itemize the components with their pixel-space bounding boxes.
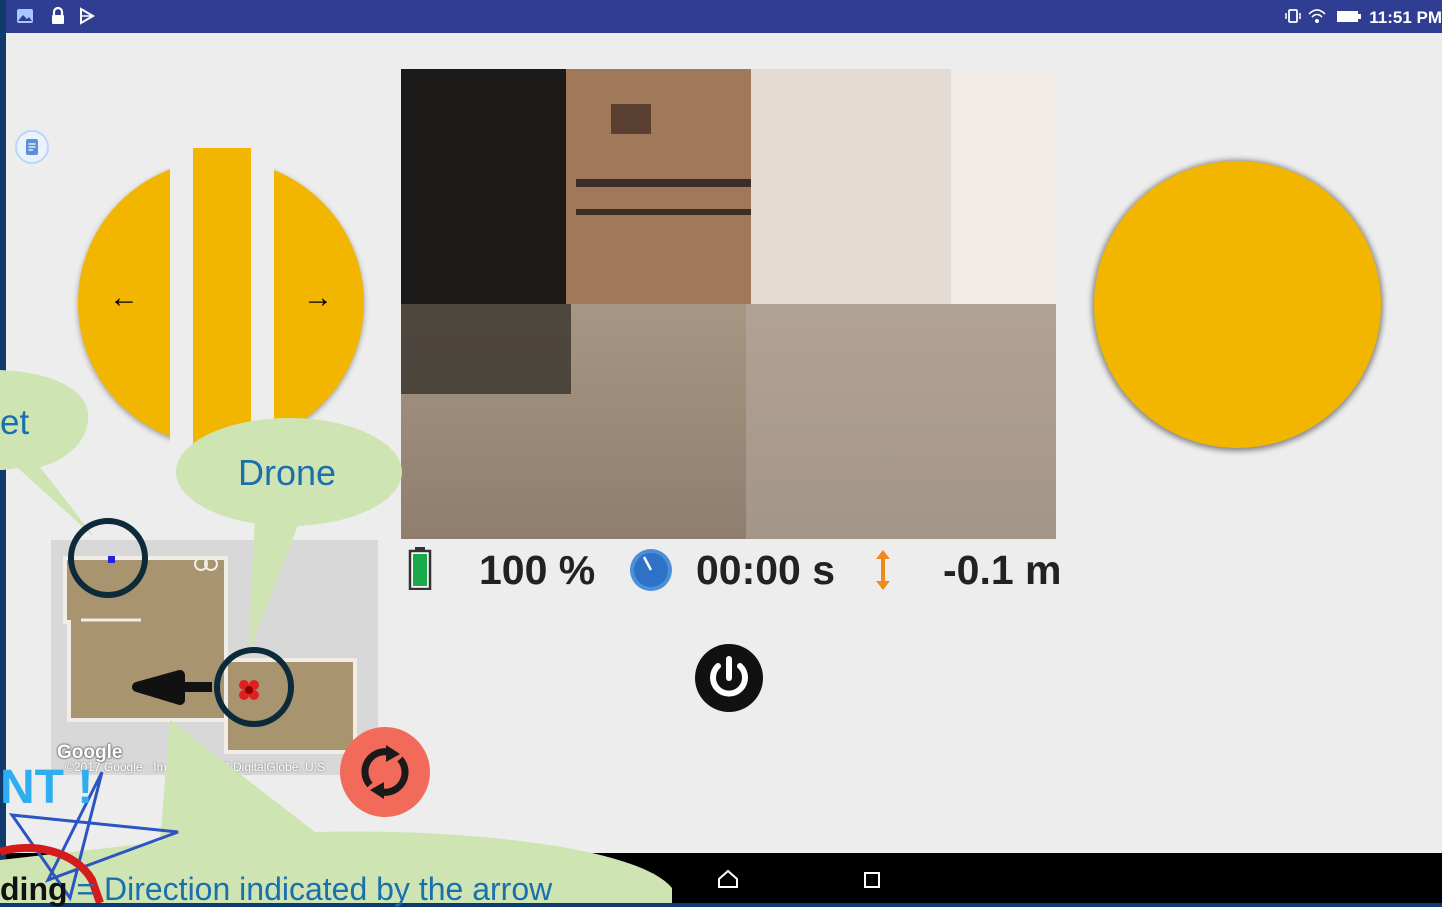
camera-feed <box>401 69 1056 539</box>
app-content: ← → 100 % 00:00 s -0.1 m Google ©2017 Go… <box>6 33 1442 853</box>
battery-percentage: 100 % <box>479 547 596 593</box>
lock-icon <box>52 7 64 24</box>
document-icon <box>26 139 38 155</box>
altitude-value: -0.1 m <box>943 547 1062 593</box>
camera-image <box>401 69 1056 539</box>
map-copyright-right: 7 DigitalGlobe, U.S <box>223 760 326 774</box>
rotate-right-arrow-icon: → <box>303 281 333 314</box>
status-clock: 11:51 PM <box>1369 8 1442 27</box>
play-store-icon <box>80 7 95 25</box>
right-joystick[interactable] <box>1094 161 1381 448</box>
wifi-icon <box>1308 9 1326 23</box>
heading-callout-text: ding = Direction indicated by the arrow <box>0 871 552 907</box>
refresh-icon <box>361 745 409 799</box>
battery-level-icon <box>408 547 432 590</box>
drone-callout-text: Drone <box>238 452 337 493</box>
target-callout-text: et <box>0 403 30 442</box>
status-bar: 11:51 PM <box>6 0 1442 33</box>
rotate-left-arrow-icon: ← <box>109 281 139 314</box>
mini-map[interactable]: Google ©2017 Google · Im 7 DigitalGlobe,… <box>51 540 378 775</box>
altitude-icon <box>876 550 890 590</box>
refresh-button[interactable] <box>340 727 430 817</box>
battery-icon <box>1337 11 1361 22</box>
power-icon <box>710 656 748 697</box>
heading-bold-text: ding <box>0 871 68 907</box>
gallery-icon <box>17 9 33 23</box>
home-icon[interactable] <box>716 868 740 890</box>
vibrate-icon <box>1285 9 1301 23</box>
power-button[interactable] <box>695 644 763 712</box>
floor-plan-image <box>51 540 378 775</box>
heading-description-text: = Direction indicated by the arrow <box>67 871 553 907</box>
flight-time: 00:00 s <box>696 547 836 593</box>
throttle-slider[interactable] <box>193 148 251 468</box>
note-fragment-text: NT ! <box>0 761 94 814</box>
recents-icon[interactable] <box>862 870 882 890</box>
log-button[interactable] <box>15 130 49 164</box>
timer-icon <box>630 549 672 591</box>
